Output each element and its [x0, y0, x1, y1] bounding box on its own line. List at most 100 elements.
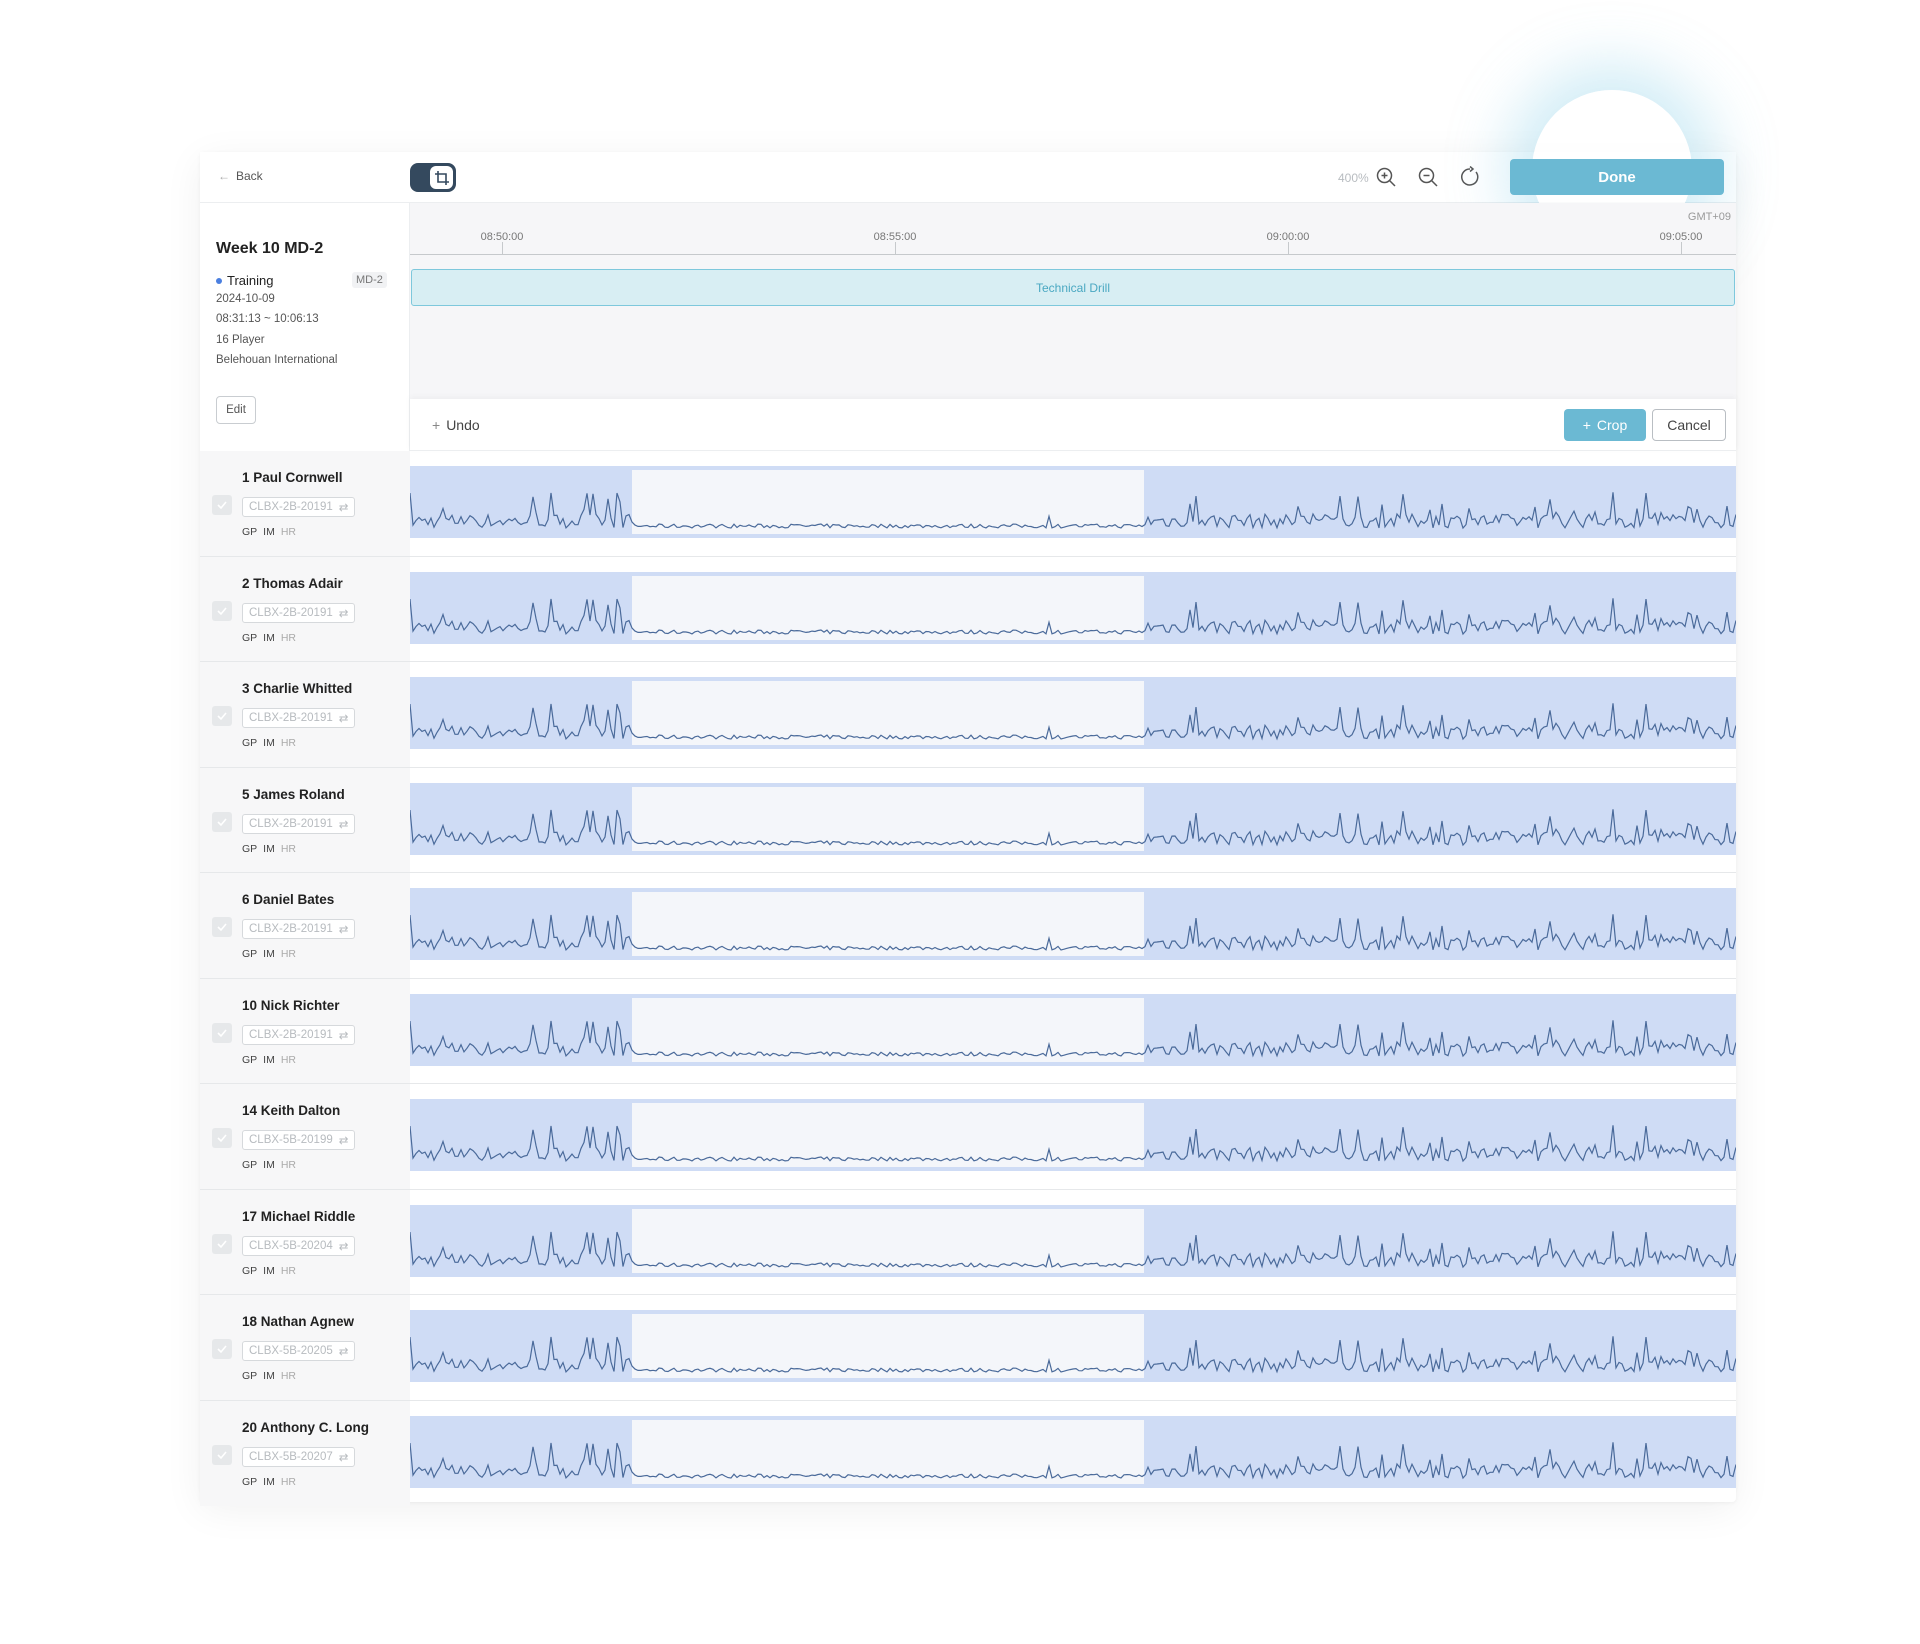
swap-icon: ⇄: [338, 1240, 349, 1253]
edit-button[interactable]: Edit: [216, 396, 256, 424]
player-checkbox[interactable]: [212, 1339, 232, 1359]
player-checkbox[interactable]: [212, 1022, 232, 1043]
player-activity-chart[interactable]: [410, 571, 1736, 644]
device-selector[interactable]: CLBX-5B-20199 ⇄: [242, 1130, 356, 1150]
player-name: 1 Paul Cornwell: [242, 470, 343, 485]
tag-gp: GP: [242, 526, 258, 538]
player-row: 14 Keith Dalton CLBX-5B-20199 ⇄ GP IM HR: [200, 1084, 1736, 1190]
phase-technical-drill[interactable]: Technical Drill: [411, 269, 1735, 306]
player-checkbox[interactable]: [212, 1128, 232, 1148]
device-selector[interactable]: CLBX-2B-20191 ⇄: [242, 602, 356, 623]
player-checkbox[interactable]: [212, 1233, 232, 1254]
player-name: 6 Daniel Bates: [242, 892, 335, 907]
data-tags: GP IM HR: [242, 1054, 296, 1066]
crop-mode-toggle[interactable]: [410, 163, 456, 192]
device-id: CLBX-5B-20199: [249, 1134, 333, 1146]
player-checkbox[interactable]: [212, 811, 232, 832]
player-checkbox[interactable]: [212, 495, 232, 515]
tick-label: 08:55:00: [873, 231, 917, 243]
device-id: CLBX-2B-20191: [249, 501, 333, 513]
reset-icon[interactable]: [1459, 165, 1481, 188]
device-id: CLBX-5B-20205: [249, 1345, 333, 1357]
device-selector[interactable]: CLBX-5B-20207 ⇄: [242, 1446, 356, 1467]
swap-icon: ⇄: [338, 502, 349, 514]
check-icon: [217, 1450, 227, 1459]
undo-button[interactable]: + Undo: [432, 417, 480, 433]
swap-icon: ⇄: [338, 1346, 349, 1358]
player-info: 2 Thomas Adair CLBX-2B-20191 ⇄ GP IM HR: [200, 556, 410, 661]
check-icon: [217, 712, 227, 721]
tag-im: IM: [263, 842, 275, 855]
player-name: 3 Charlie Whitted: [242, 681, 353, 696]
player-activity-chart[interactable]: [410, 677, 1736, 749]
swap-icon: ⇄: [338, 1451, 349, 1464]
swap-icon: ⇄: [338, 713, 349, 725]
swap-icon: ⇄: [338, 1135, 349, 1147]
swap-icon: ⇄: [338, 607, 349, 620]
done-button[interactable]: Done: [1510, 159, 1724, 195]
swap-icon: ⇄: [338, 924, 349, 936]
player-activity-chart[interactable]: [410, 782, 1736, 855]
zoom-out-icon[interactable]: [1417, 166, 1439, 188]
time-axis: [410, 254, 1736, 255]
device-selector[interactable]: CLBX-2B-20191 ⇄: [242, 497, 356, 517]
tag-im: IM: [263, 1264, 275, 1277]
plus-icon: +: [1582, 417, 1591, 433]
player-info: 17 Michael Riddle CLBX-5B-20204 ⇄ GP IM HR: [200, 1189, 410, 1294]
player-activity-chart[interactable]: [410, 466, 1736, 538]
data-tags: GP IM HR: [242, 1476, 296, 1488]
device-selector[interactable]: CLBX-2B-20191 ⇄: [242, 813, 356, 834]
tick-label: 08:50:00: [480, 231, 524, 243]
axis-tick: [1288, 242, 1289, 254]
device-selector[interactable]: CLBX-2B-20191 ⇄: [242, 1024, 356, 1045]
player-activity-chart[interactable]: [410, 1415, 1736, 1488]
check-icon: [217, 923, 227, 932]
check-icon: [217, 1028, 227, 1037]
player-checkbox[interactable]: [212, 600, 232, 621]
player-name: 2 Thomas Adair: [242, 575, 343, 591]
player-activity-chart[interactable]: [410, 993, 1736, 1066]
tag-im: IM: [263, 1370, 275, 1382]
player-checkbox[interactable]: [212, 706, 232, 726]
device-id: CLBX-5B-20204: [249, 1239, 333, 1252]
tag-hr: HR: [280, 1159, 297, 1171]
timeline: GMT+09 08:50:00 08:55:00 09:00:00 09:05:…: [410, 203, 1736, 399]
device-selector[interactable]: CLBX-5B-20204 ⇄: [242, 1235, 356, 1256]
check-icon: [217, 1345, 227, 1354]
check-icon: [217, 817, 227, 826]
player-activity-chart[interactable]: [410, 1099, 1736, 1171]
session-venue: Belehouan International: [216, 354, 338, 366]
tag-hr: HR: [280, 842, 297, 855]
tag-hr: HR: [280, 1475, 297, 1488]
zoom-in-icon[interactable]: [1375, 166, 1397, 188]
player-row: 5 James Roland CLBX-2B-20191 ⇄ GP IM HR: [200, 767, 1736, 873]
tag-hr: HR: [280, 737, 297, 749]
player-info: 18 Nathan Agnew CLBX-5B-20205 ⇄ GP IM HR: [200, 1295, 410, 1400]
player-row: 17 Michael Riddle CLBX-5B-20204 ⇄ GP IM HR: [200, 1189, 1736, 1295]
device-selector[interactable]: CLBX-2B-20191 ⇄: [242, 708, 356, 728]
device-selector[interactable]: CLBX-2B-20191 ⇄: [242, 919, 356, 939]
session-editor-card: ← Back 400% Done Week 10 MD-2 Training M…: [200, 90, 1736, 1506]
player-checkbox[interactable]: [212, 1444, 232, 1465]
player-activity-chart[interactable]: [410, 888, 1736, 960]
tag-hr: HR: [280, 631, 297, 644]
back-arrow-icon: ←: [218, 169, 230, 183]
player-info: 1 Paul Cornwell CLBX-2B-20191 ⇄ GP IM HR: [200, 451, 410, 556]
tick-label: 09:00:00: [1266, 231, 1310, 243]
player-activity-chart[interactable]: [410, 1204, 1736, 1277]
back-button[interactable]: ← Back: [218, 169, 263, 183]
tag-im: IM: [263, 631, 275, 644]
device-id: CLBX-2B-20191: [249, 712, 333, 724]
session-badge: MD-2: [352, 272, 387, 288]
player-info: 3 Charlie Whitted CLBX-2B-20191 ⇄ GP IM HR: [200, 662, 410, 767]
cancel-button[interactable]: Cancel: [1652, 409, 1726, 441]
player-activity-chart[interactable]: [410, 1310, 1736, 1382]
session-type-label: Training: [227, 273, 274, 288]
device-id: CLBX-2B-20191: [249, 817, 333, 830]
tag-im: IM: [263, 1159, 275, 1171]
crop-button[interactable]: + Crop: [1564, 409, 1646, 441]
check-icon: [217, 501, 227, 510]
player-checkbox[interactable]: [212, 917, 232, 937]
tag-hr: HR: [280, 1053, 297, 1066]
device-selector[interactable]: CLBX-5B-20205 ⇄: [242, 1341, 356, 1361]
